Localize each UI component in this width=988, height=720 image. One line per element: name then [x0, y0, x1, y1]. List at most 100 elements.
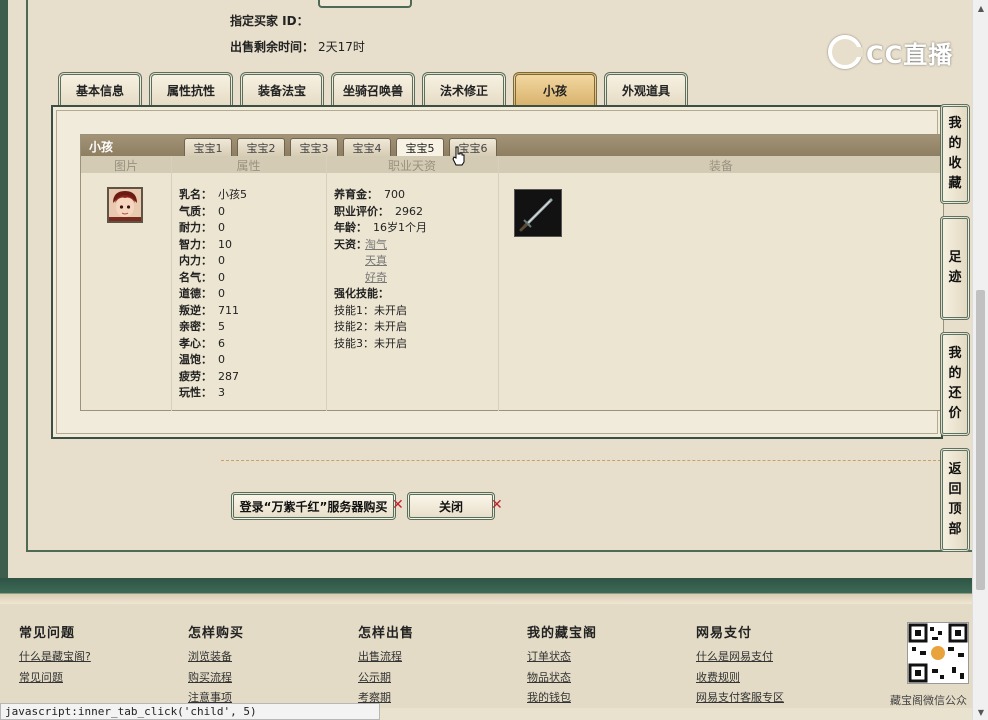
- tab-label: 外观道具: [621, 83, 670, 98]
- side-nav-char: 价: [948, 406, 962, 421]
- close-x-icon: ✕: [491, 497, 503, 513]
- baby-tab-4[interactable]: 宝宝4: [343, 138, 391, 156]
- attr-value: 0: [218, 353, 225, 366]
- baby-tab-label: 宝宝5: [405, 142, 435, 155]
- attr-value: 0: [218, 204, 225, 218]
- dotted-separator: [221, 460, 941, 461]
- skill-key: 技能1：: [334, 303, 374, 317]
- attr-key: 气质：: [179, 204, 212, 218]
- tab-label: 坐骑召唤兽: [342, 83, 403, 98]
- cc-logo-icon: [828, 35, 863, 69]
- career-rating: 职业评价： 2962: [334, 203, 423, 219]
- close-label: 关闭: [438, 499, 463, 514]
- career-key: 职业评价：: [334, 204, 389, 218]
- attr-value: 10: [218, 237, 232, 251]
- side-nav-char: 回: [948, 482, 962, 497]
- career-talent-label: 天资：: [334, 236, 367, 252]
- attr-value: 小孩5: [218, 188, 247, 201]
- attr-rebellion: 叛逆： 711: [179, 302, 239, 318]
- column-divider: [171, 156, 172, 411]
- career-age: 年龄： 16岁1个月: [334, 219, 427, 235]
- attr-value: 0: [218, 287, 225, 300]
- career-skill-3: 技能3：未开启: [334, 335, 407, 351]
- tab-mounts-summons[interactable]: 坐骑召唤兽: [331, 72, 415, 105]
- browser-status-bar: javascript:inner_tab_click('child', 5): [0, 703, 380, 720]
- side-nav-char: 的: [948, 366, 962, 381]
- tab-equipment[interactable]: 装备法宝: [240, 72, 324, 105]
- tab-label: 基本信息: [75, 83, 124, 98]
- login-buy-button[interactable]: 登录“万紫千红”服务器购买: [231, 492, 396, 520]
- side-nav-footprints[interactable]: 足 迹: [940, 216, 970, 320]
- attr-key: 玩性：: [179, 386, 212, 399]
- side-nav-my-favorites[interactable]: 我 的 收 藏: [940, 104, 970, 204]
- footer-title-faq: 常见问题: [19, 626, 76, 641]
- tab-appearance-items[interactable]: 外观道具: [604, 72, 688, 105]
- attr-filial-piety: 孝心： 6: [179, 335, 225, 351]
- baby-tab-3[interactable]: 宝宝3: [290, 138, 338, 156]
- child-panel: 小孩 宝宝1 宝宝2 宝宝3 宝宝4 宝宝5 宝宝6 图片 属性 职业天资 装备: [80, 134, 944, 411]
- footer-link[interactable]: 浏览装备: [188, 648, 232, 664]
- attr-value: 0: [218, 270, 225, 284]
- footer-title-netease-pay: 网易支付: [696, 626, 753, 641]
- child-panel-title: 小孩: [89, 140, 114, 154]
- tab-basic-info[interactable]: 基本信息: [58, 72, 142, 105]
- column-divider: [498, 156, 499, 411]
- footer-link[interactable]: 物品状态: [527, 669, 571, 685]
- footer-link[interactable]: 什么是网易支付: [696, 648, 773, 664]
- side-nav-char: 我: [948, 116, 962, 131]
- footer-link[interactable]: 收费规则: [696, 669, 740, 685]
- col-header-picture: 图片: [113, 159, 138, 173]
- footer-link[interactable]: 订单状态: [527, 648, 571, 664]
- attr-temperament: 气质： 0: [179, 203, 225, 219]
- logo-text: CC直播: [866, 40, 954, 69]
- footer-link[interactable]: 什么是藏宝阁?: [19, 648, 91, 664]
- baby-tab-2[interactable]: 宝宝2: [237, 138, 285, 156]
- footer-link[interactable]: 网易支付客服专区: [696, 689, 784, 705]
- equipment-slot[interactable]: [514, 189, 562, 237]
- footer-link[interactable]: 出售流程: [358, 648, 402, 664]
- talent-link-3[interactable]: 好奇: [365, 269, 387, 285]
- career-skill-1: 技能1：未开启: [334, 302, 407, 318]
- attr-key: 温饱：: [179, 353, 212, 366]
- side-nav-char: 的: [948, 136, 962, 151]
- footer-title-my-treasure: 我的藏宝阁: [527, 626, 598, 641]
- tab-spell-correction[interactable]: 法术修正: [422, 72, 506, 105]
- skill-key: 技能2：: [334, 320, 374, 333]
- talent-link-1[interactable]: 淘气: [365, 236, 387, 252]
- attr-value: 5: [218, 320, 225, 333]
- page-scrollbar[interactable]: ▲ ▼: [972, 0, 988, 720]
- sword-icon: [519, 198, 553, 232]
- attr-value: 0: [218, 254, 225, 267]
- close-button[interactable]: 关闭: [407, 492, 495, 520]
- side-nav-char: 顶: [948, 502, 962, 517]
- qr-code-icon: [908, 623, 968, 683]
- baby-tab-1[interactable]: 宝宝1: [184, 138, 232, 156]
- tab-label: 法术修正: [439, 83, 488, 98]
- footer-link[interactable]: 我的钱包: [527, 689, 571, 705]
- child-avatar: [107, 187, 143, 223]
- attr-intimacy: 亲密： 5: [179, 318, 225, 334]
- attr-key: 亲密：: [179, 320, 212, 333]
- career-skill-2: 技能2：未开启: [334, 318, 407, 334]
- baby-tab-5[interactable]: 宝宝5: [396, 138, 444, 157]
- scroll-down-icon[interactable]: ▼: [973, 704, 988, 720]
- footer-link[interactable]: 购买流程: [188, 669, 232, 685]
- scroll-thumb[interactable]: [976, 290, 985, 590]
- side-nav-back-to-top[interactable]: 返 回 顶 部: [940, 448, 970, 552]
- tab-label: 装备法宝: [257, 83, 306, 98]
- top-partial-button[interactable]: [318, 0, 412, 8]
- talent-link-2[interactable]: 天真: [365, 252, 387, 268]
- skill-value: 未开启: [374, 336, 407, 350]
- scroll-up-icon[interactable]: ▲: [973, 0, 988, 16]
- tab-attributes[interactable]: 属性抗性: [149, 72, 233, 105]
- remaining-time-label: 出售剩余时间：: [230, 40, 315, 54]
- footer-link[interactable]: 公示期: [358, 669, 391, 685]
- career-upbringing-money: 养育金： 700: [334, 186, 405, 202]
- side-nav-char: 我: [948, 346, 962, 361]
- tab-child[interactable]: 小孩: [513, 72, 597, 105]
- attr-key: 名气：: [179, 270, 212, 284]
- side-nav-my-bargains[interactable]: 我 的 还 价: [940, 332, 970, 436]
- footer-link[interactable]: 常见问题: [19, 669, 63, 685]
- tab-content-panel: 小孩 宝宝1 宝宝2 宝宝3 宝宝4 宝宝5 宝宝6 图片 属性 职业天资 装备: [51, 105, 944, 439]
- career-key: 年龄：: [334, 221, 367, 234]
